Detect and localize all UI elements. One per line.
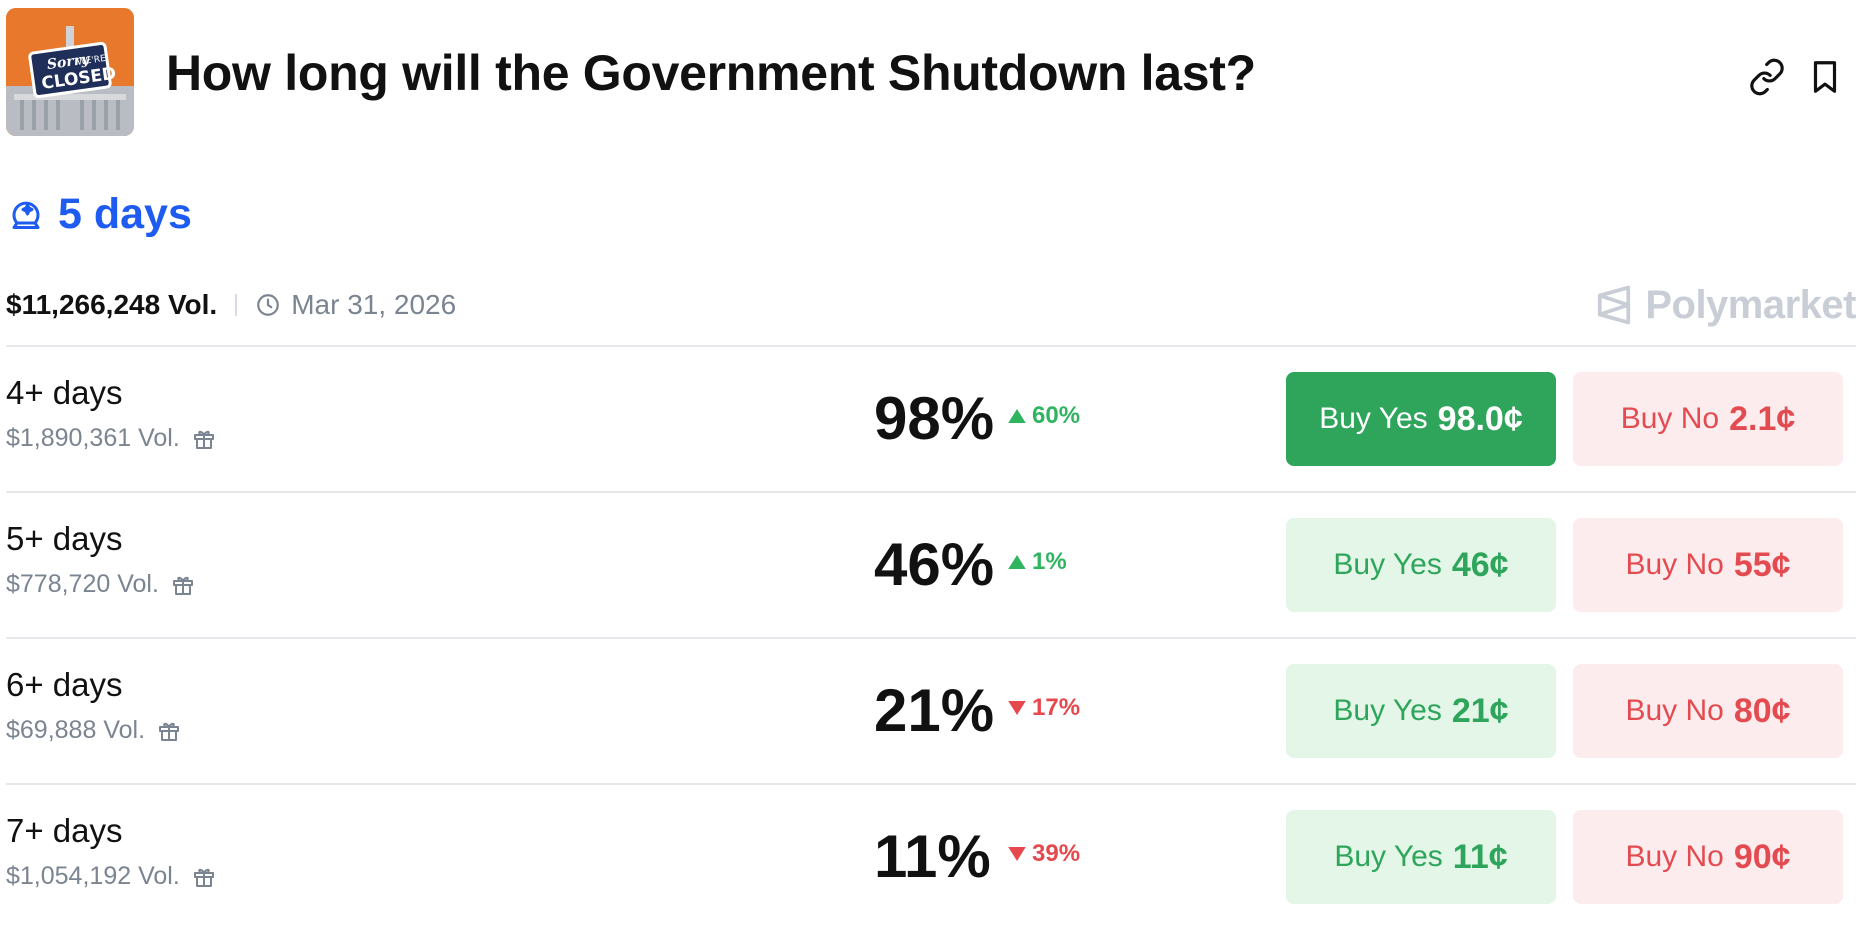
arrow-down-icon: [1008, 847, 1026, 861]
leading-outcome-text: 5 days: [58, 189, 192, 238]
outcome-probability: 98%: [874, 385, 995, 452]
gift-icon[interactable]: [192, 865, 216, 889]
leading-outcome: 5 days: [8, 186, 192, 242]
outcome-row[interactable]: 4+ days $1,890,361 Vol. 98% 60% Buy Yes …: [6, 346, 1856, 491]
total-volume: $11,266,248 Vol.: [6, 289, 218, 320]
outcome-row[interactable]: 7+ days $1,054,192 Vol. 11% 39% Buy Yes …: [6, 784, 1856, 929]
outcome-row[interactable]: 6+ days $69,888 Vol. 21% 17% Buy Yes 21¢…: [6, 638, 1856, 783]
buy-no-button[interactable]: Buy No 55¢: [1573, 518, 1843, 612]
buy-yes-button[interactable]: Buy Yes 46¢: [1286, 518, 1556, 612]
polymarket-logo-icon: [1598, 285, 1631, 325]
end-date: Mar 31, 2026: [255, 289, 456, 321]
buy-yes-button[interactable]: Buy Yes 98.0¢: [1286, 372, 1556, 466]
buy-no-label: Buy No: [1620, 402, 1720, 435]
probability-change: 39%: [1008, 840, 1080, 868]
end-date-text: Mar 31, 2026: [291, 289, 457, 320]
probability-change: 1%: [1008, 548, 1067, 576]
outcome-row[interactable]: 5+ days $778,720 Vol. 46% 1% Buy Yes 46¢…: [6, 492, 1856, 637]
probability-change-text: 1%: [1032, 548, 1067, 575]
outcome-volume: $1,890,361 Vol.: [6, 424, 216, 453]
arrow-down-icon: [1008, 701, 1026, 715]
clock-icon: [257, 294, 280, 316]
gift-icon[interactable]: [157, 719, 181, 743]
buy-yes-price: 21¢: [1451, 691, 1509, 730]
buy-yes-button[interactable]: Buy Yes 11¢: [1286, 810, 1556, 904]
market-header: Sorry WE'RE CLOSED How long will the Gov…: [6, 8, 1856, 138]
crystal-ball-icon: [12, 201, 40, 229]
buy-no-label: Buy No: [1625, 694, 1724, 727]
gift-icon[interactable]: [171, 573, 195, 597]
outcome-label[interactable]: 5+ days: [6, 520, 123, 558]
capitol-closed-image: Sorry WE'RE CLOSED: [6, 8, 134, 136]
outcome-volume-text: $1,890,361 Vol.: [6, 424, 180, 452]
arrow-up-icon: [1008, 409, 1026, 423]
buy-yes-price: 46¢: [1451, 545, 1509, 584]
probability-change-text: 17%: [1032, 694, 1081, 721]
outcome-label[interactable]: 6+ days: [6, 666, 123, 704]
buy-no-price: 80¢: [1733, 691, 1791, 730]
buy-yes-button[interactable]: Buy Yes 21¢: [1286, 664, 1556, 758]
outcome-volume: $69,888 Vol.: [6, 716, 181, 745]
outcome-volume-text: $69,888 Vol.: [6, 716, 146, 744]
buy-yes-price: 11¢: [1452, 837, 1508, 876]
buy-yes-label: Buy Yes: [1333, 694, 1442, 727]
outcome-label[interactable]: 7+ days: [6, 812, 123, 850]
buy-no-label: Buy No: [1625, 548, 1724, 581]
probability-change: 60%: [1008, 402, 1080, 430]
buy-no-price: 55¢: [1733, 545, 1791, 584]
link-icon[interactable]: [1748, 58, 1786, 96]
buy-yes-label: Buy Yes: [1333, 548, 1442, 581]
buy-yes-price: 98.0¢: [1437, 399, 1523, 438]
buy-no-price: 90¢: [1733, 837, 1791, 876]
brand-name: Polymarket: [1645, 282, 1856, 327]
bookmark-icon[interactable]: [1806, 58, 1844, 96]
outcome-probability: 11%: [874, 823, 991, 890]
outcome-volume-text: $1,054,192 Vol.: [6, 862, 180, 890]
probability-change-text: 60%: [1032, 402, 1081, 429]
outcome-volume-text: $778,720 Vol.: [6, 570, 159, 598]
outcome-volume: $1,054,192 Vol.: [6, 862, 216, 891]
market-title: How long will the Government Shutdown la…: [166, 45, 1256, 101]
gift-icon[interactable]: [192, 427, 216, 451]
polymarket-brand: Polymarket: [1595, 280, 1856, 330]
outcome-label[interactable]: 4+ days: [6, 374, 123, 412]
probability-change-text: 39%: [1032, 840, 1081, 867]
outcome-probability: 21%: [874, 677, 995, 744]
arrow-up-icon: [1008, 555, 1026, 569]
meta-separator: [235, 294, 238, 316]
market-meta: $11,266,248 Vol. Mar 31, 2026: [6, 280, 456, 330]
buy-no-label: Buy No: [1625, 840, 1724, 873]
buy-no-button[interactable]: Buy No 2.1¢: [1573, 372, 1843, 466]
buy-yes-label: Buy Yes: [1319, 402, 1428, 435]
buy-yes-label: Buy Yes: [1334, 840, 1443, 873]
market-thumbnail: Sorry WE'RE CLOSED: [6, 8, 134, 136]
outcome-probability: 46%: [874, 531, 995, 598]
buy-no-button[interactable]: Buy No 80¢: [1573, 664, 1843, 758]
buy-no-price: 2.1¢: [1729, 399, 1796, 438]
probability-change: 17%: [1008, 694, 1080, 722]
buy-no-button[interactable]: Buy No 90¢: [1573, 810, 1843, 904]
outcome-volume: $778,720 Vol.: [6, 570, 195, 599]
